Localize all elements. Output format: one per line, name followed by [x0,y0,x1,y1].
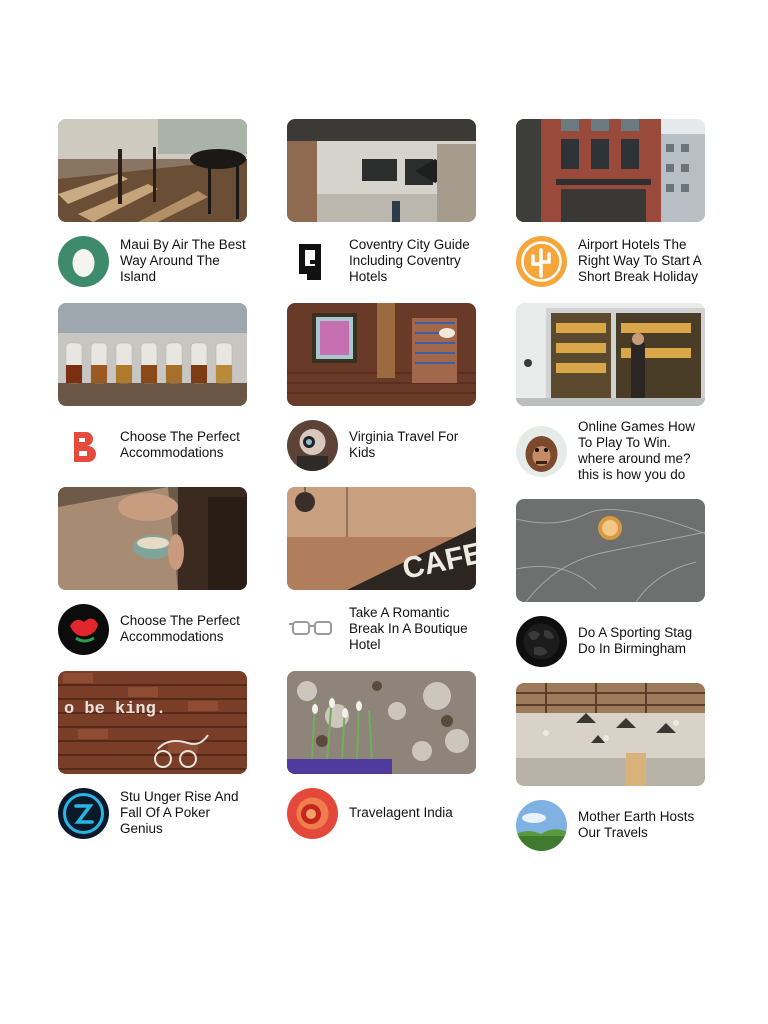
article-thumbnail[interactable] [58,487,247,590]
article-card[interactable]: Coventry City Guide Including Coventry H… [287,119,476,287]
article-thumbnail[interactable] [287,119,476,222]
article-thumbnail[interactable]: CAFE [287,487,476,590]
article-title[interactable]: Mother Earth Hosts Our Travels [578,809,705,841]
article-title[interactable]: Take A Romantic Break In A Boutique Hote… [349,605,476,653]
orangutan-avatar[interactable] [516,425,567,477]
article-title[interactable]: Virginia Travel For Kids [349,429,476,461]
article-thumbnail[interactable] [58,119,247,222]
svg-text:o be king.: o be king. [64,700,166,719]
article-title[interactable]: Airport Hotels The Right Way To Start A … [578,237,705,285]
egg-logo-avatar[interactable] [58,235,109,287]
article-title[interactable]: Maui By Air The Best Way Around The Isla… [120,237,247,285]
article-title[interactable]: Coventry City Guide Including Coventry H… [349,237,476,285]
red-flower-logo-avatar[interactable] [58,603,109,655]
red-b-logo-avatar[interactable] [58,419,109,471]
article-card[interactable]: Mother Earth Hosts Our Travels [516,683,705,851]
article-thumbnail[interactable]: o be king. [58,671,247,774]
article-card[interactable]: Maui By Air The Best Way Around The Isla… [58,119,247,287]
article-card[interactable]: CAFE Take A Romantic Break In A Boutique… [287,487,476,655]
article-card[interactable]: Choose The Perfect Accommodations [58,303,247,471]
article-column: Coventry City Guide Including Coventry H… [287,119,476,839]
article-thumbnail[interactable] [516,683,705,786]
article-thumbnail[interactable] [516,119,705,222]
article-thumbnail[interactable] [516,499,705,602]
article-card[interactable]: Travelagent India [287,671,476,839]
article-thumbnail[interactable] [287,303,476,406]
article-card[interactable]: o be king. Stu Unger Rise And Fall Of A … [58,671,247,839]
black-world-logo-avatar[interactable] [516,615,567,667]
article-title[interactable]: Do A Sporting Stag Do In Birmingham [578,625,705,657]
red-spiral-logo-avatar[interactable] [287,787,338,839]
article-title[interactable]: Stu Unger Rise And Fall Of A Poker Geniu… [120,789,247,837]
article-card[interactable]: Online Games How To Play To Win. where a… [516,303,705,483]
article-thumbnail[interactable] [58,303,247,406]
article-title[interactable]: Choose The Perfect Accommodations [120,429,247,461]
article-column: Airport Hotels The Right Way To Start A … [516,119,705,851]
article-card[interactable]: Do A Sporting Stag Do In Birmingham [516,499,705,667]
photographer-avatar[interactable] [287,419,338,471]
blue-z-logo-avatar[interactable] [58,787,109,839]
article-thumbnail[interactable] [516,303,705,406]
black-g-logo-avatar[interactable] [287,235,338,287]
article-card[interactable]: Choose The Perfect Accommodations [58,487,247,655]
article-card[interactable]: Virginia Travel For Kids [287,303,476,471]
article-title[interactable]: Online Games How To Play To Win. where a… [578,419,705,483]
article-thumbnail[interactable] [287,671,476,774]
article-card[interactable]: Airport Hotels The Right Way To Start A … [516,119,705,287]
article-column: Maui By Air The Best Way Around The Isla… [58,119,247,839]
orange-cactus-logo-avatar[interactable] [516,235,567,287]
article-title[interactable]: Choose The Perfect Accommodations [120,613,247,645]
article-title[interactable]: Travelagent India [349,805,476,821]
sky-landscape-avatar[interactable] [516,799,567,851]
glasses-logo-avatar[interactable] [287,603,338,655]
